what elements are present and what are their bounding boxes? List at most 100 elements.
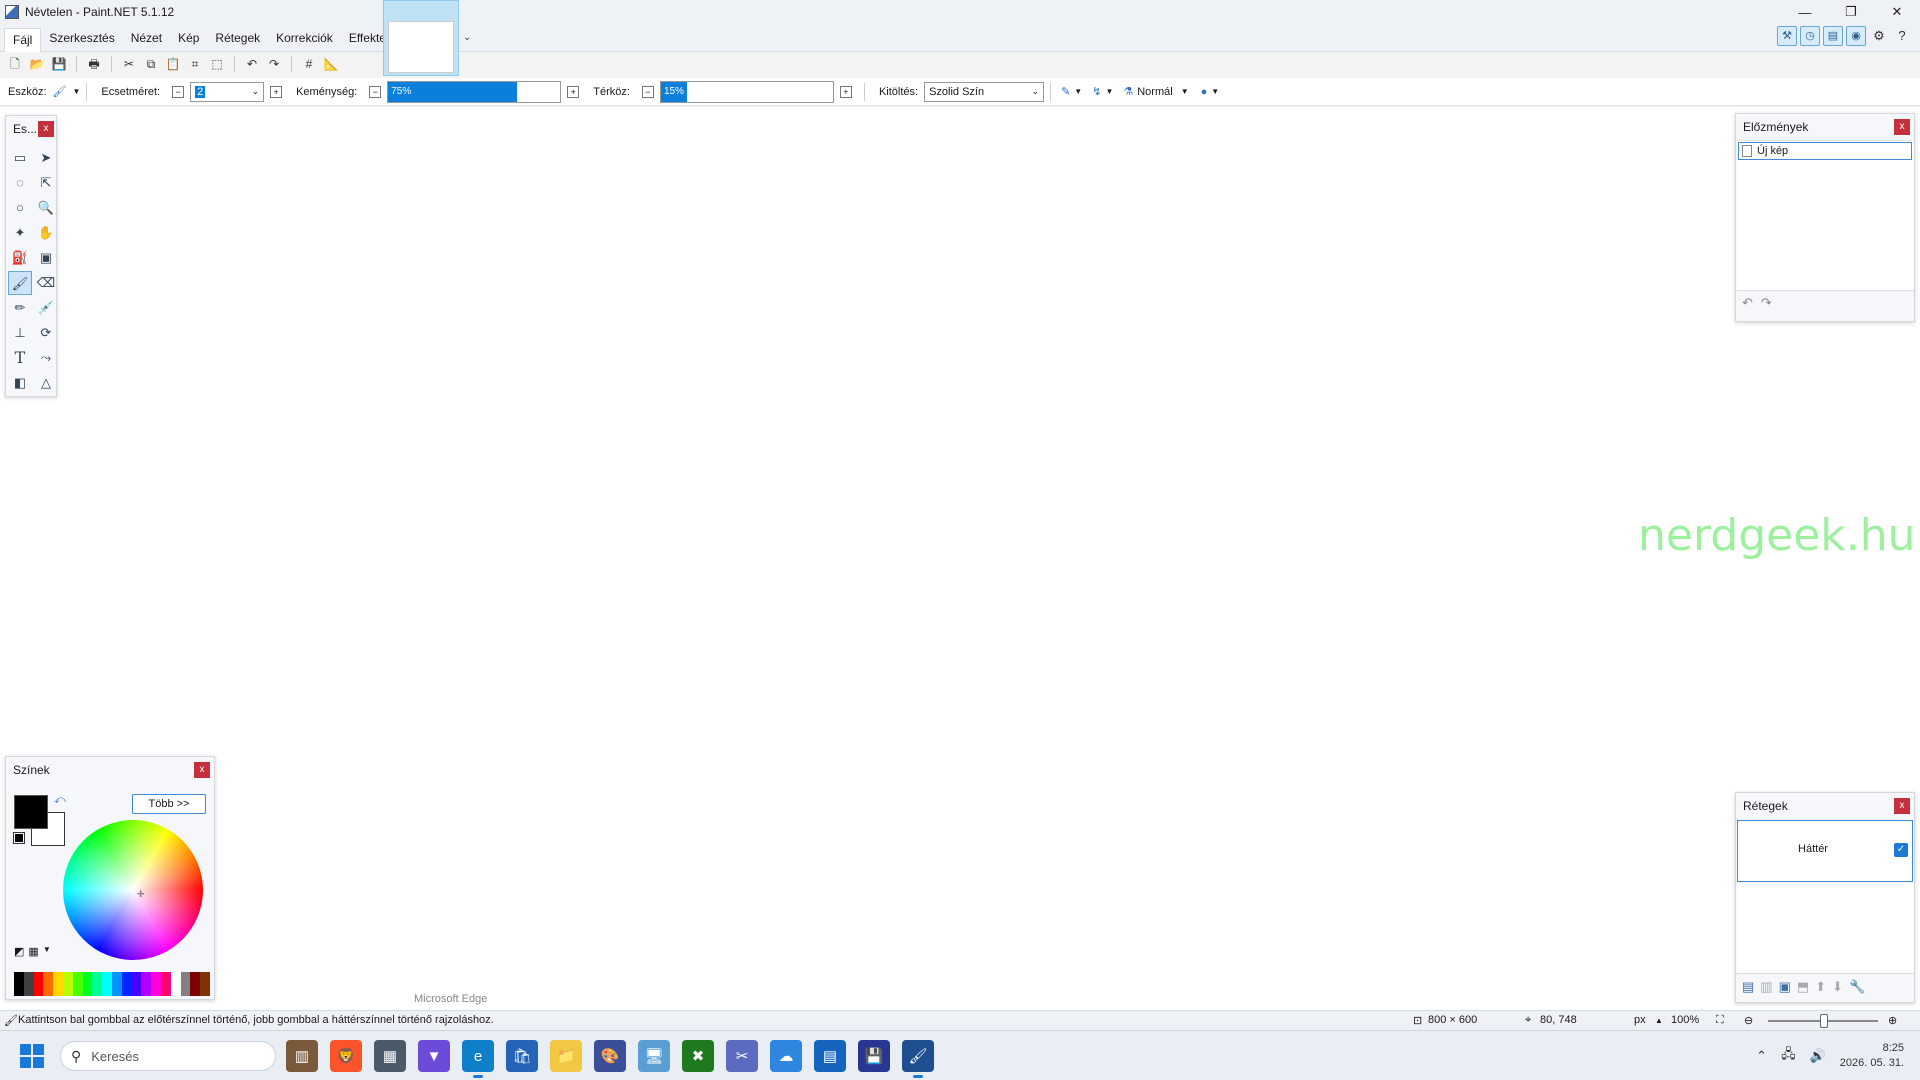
rectangle-select-icon[interactable]: ▭: [8, 146, 32, 170]
brush-size-combo[interactable]: 2 ⌄: [190, 81, 265, 102]
grid-icon[interactable]: #: [300, 55, 318, 73]
history-toggle-icon[interactable]: ◷: [1800, 26, 1820, 46]
history-panel-close-button[interactable]: x: [1894, 119, 1910, 135]
layers-panel-header[interactable]: Rétegek x: [1736, 793, 1914, 819]
palette-swatch[interactable]: [112, 972, 122, 996]
palette-swatch[interactable]: [33, 972, 44, 996]
paintbrush-icon[interactable]: 🖌: [53, 85, 67, 98]
chevron-down-icon[interactable]: ▼: [72, 87, 80, 96]
antialiasing-icon[interactable]: ✎: [1061, 85, 1070, 98]
palette-swatch[interactable]: [200, 972, 210, 996]
copy-icon[interactable]: ⧉: [142, 55, 160, 73]
redo-icon[interactable]: ↷: [265, 55, 283, 73]
restore-button[interactable]: ❐: [1828, 0, 1874, 24]
save-icon[interactable]: 💾: [50, 55, 68, 73]
hardness-decrease-button[interactable]: −: [369, 85, 382, 98]
move-selection-icon[interactable]: ⇱: [34, 171, 58, 195]
chevron-down-icon[interactable]: ▼: [1211, 87, 1219, 96]
palette-swatch[interactable]: [23, 972, 34, 996]
microsoft-store-icon[interactable]: 🛍: [506, 1040, 538, 1072]
palette-swatch[interactable]: [151, 972, 161, 996]
history-panel-header[interactable]: Előzmények x: [1736, 114, 1914, 140]
duplicate-layer-icon[interactable]: ▣: [1779, 979, 1791, 995]
file-explorer-icon[interactable]: 📁: [550, 1040, 582, 1072]
taskbar-search[interactable]: ⚲ Keresés: [60, 1041, 276, 1071]
lasso-select-icon[interactable]: ◌: [8, 171, 32, 195]
palette-swatch[interactable]: [161, 972, 171, 996]
zoom-out-icon[interactable]: ⊖: [1744, 1014, 1753, 1027]
menu-layers[interactable]: Rétegek: [207, 24, 268, 52]
help-icon[interactable]: ?: [1892, 26, 1912, 46]
chevron-down-icon[interactable]: ⌄: [463, 32, 471, 43]
swap-colors-icon[interactable]: ⤺: [54, 794, 66, 807]
palette-swatch[interactable]: [180, 972, 191, 996]
pencil-icon[interactable]: ✏: [8, 296, 32, 320]
chevron-up-icon[interactable]: ⌃: [1756, 1048, 1767, 1064]
notepad-icon[interactable]: ▤: [814, 1040, 846, 1072]
palette-swatch[interactable]: [53, 972, 63, 996]
remote-desktop-icon[interactable]: 🖥: [638, 1040, 670, 1072]
paint-bucket-icon[interactable]: ⛽: [8, 246, 32, 270]
menu-edit[interactable]: Szerkesztés: [41, 24, 122, 52]
spacing-slider[interactable]: 15%: [659, 80, 834, 103]
palette-menu-icon[interactable]: ▦: [28, 945, 38, 958]
calculator-icon[interactable]: ▦: [374, 1040, 406, 1072]
brush-size-decrease-button[interactable]: −: [172, 85, 185, 98]
paintbrush-tool-icon[interactable]: 🖌: [8, 271, 32, 295]
recolor-icon[interactable]: ⟳: [34, 321, 58, 345]
zoom-slider-thumb[interactable]: [1820, 1014, 1828, 1028]
disk-app-icon[interactable]: 💾: [858, 1040, 890, 1072]
palette-swatch[interactable]: [141, 972, 152, 996]
crop-icon[interactable]: ⌗: [186, 55, 204, 73]
primary-color-swatch[interactable]: [14, 795, 48, 829]
line-curve-icon[interactable]: ⤳: [34, 346, 58, 370]
zoom-slider[interactable]: [1768, 1014, 1878, 1028]
clock[interactable]: 8:25 2026. 05. 31.: [1840, 1041, 1904, 1071]
menu-file[interactable]: Fájl: [4, 27, 42, 52]
hardness-slider[interactable]: 75%: [387, 80, 562, 103]
alpha-blending-icon[interactable]: ↯: [1092, 85, 1101, 98]
palette-swatch[interactable]: [43, 972, 54, 996]
undo-icon[interactable]: ↶: [243, 55, 261, 73]
eraser-icon[interactable]: ⌫: [34, 271, 58, 295]
magic-wand-icon[interactable]: ✦: [8, 221, 32, 245]
network-icon[interactable]: 🖧: [1781, 1045, 1796, 1067]
layers-panel-close-button[interactable]: x: [1894, 798, 1910, 814]
xbox-icon[interactable]: ✖: [682, 1040, 714, 1072]
palette-swatch[interactable]: [14, 972, 24, 996]
colors-panel-close-button[interactable]: x: [194, 762, 210, 778]
layers-toggle-icon[interactable]: ▤: [1823, 26, 1843, 46]
brave-browser-icon[interactable]: 🦁: [330, 1040, 362, 1072]
hardness-increase-button[interactable]: +: [567, 85, 580, 98]
vpn-app-icon[interactable]: ▼: [418, 1040, 450, 1072]
menu-adjustments[interactable]: Korrekciók: [268, 24, 341, 52]
deselect-icon[interactable]: ⬚: [208, 55, 226, 73]
palette-swatch[interactable]: [72, 972, 83, 996]
palette-swatch[interactable]: [170, 972, 181, 996]
library-app-icon[interactable]: ▥: [286, 1040, 318, 1072]
zoom-to-window-icon[interactable]: ⛶: [1716, 1014, 1724, 1027]
palette-swatch[interactable]: [82, 972, 93, 996]
settings-gear-icon[interactable]: ⚙: [1869, 26, 1889, 46]
add-layer-icon[interactable]: ▤: [1742, 979, 1754, 995]
more-colors-button[interactable]: Több >>: [132, 794, 206, 814]
palette-swatch[interactable]: [131, 972, 142, 996]
palette-swatch[interactable]: [92, 972, 103, 996]
tools-panel-close-button[interactable]: x: [38, 121, 54, 137]
palette-swatch[interactable]: [121, 972, 132, 996]
palette-color-picker-icon[interactable]: ◩: [14, 945, 24, 958]
chevron-down-icon[interactable]: ▼: [43, 945, 51, 958]
layer-properties-icon[interactable]: 🔧: [1849, 979, 1865, 995]
layer-visibility-checkbox[interactable]: ✓: [1894, 843, 1908, 857]
zoom-in-icon[interactable]: ⊕: [1888, 1014, 1897, 1027]
spacing-decrease-button[interactable]: −: [641, 85, 654, 98]
ellipse-select-icon[interactable]: ○: [8, 196, 32, 220]
gradient-icon[interactable]: ▣: [34, 246, 58, 270]
fill-combo[interactable]: Szolid Szín ⌄: [924, 81, 1045, 102]
zoom-icon[interactable]: 🔍: [34, 196, 58, 220]
reset-colors-icon[interactable]: [13, 832, 25, 844]
history-item[interactable]: Új kép: [1738, 142, 1912, 160]
start-button[interactable]: [20, 1044, 44, 1068]
palette-swatch[interactable]: [63, 972, 73, 996]
text-icon[interactable]: T: [8, 346, 32, 370]
